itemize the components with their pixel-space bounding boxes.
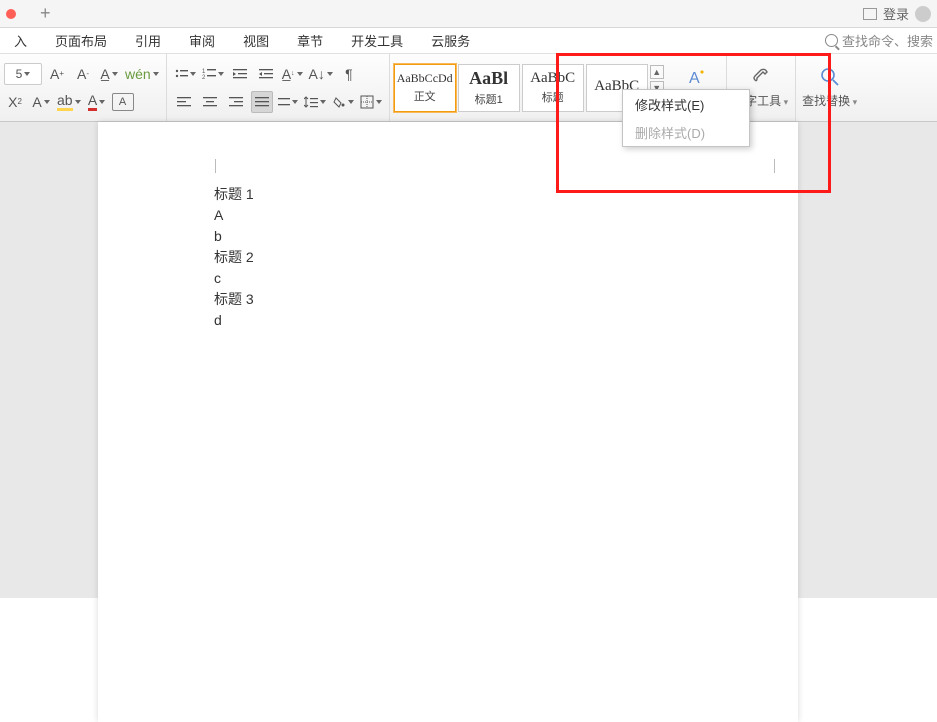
document-body[interactable]: 标题 1 A b 标题 2 c 标题 3 d [214, 184, 254, 331]
text-direction-button[interactable]: A̲↓ [281, 63, 304, 85]
increase-indent-button[interactable] [229, 63, 251, 85]
svg-text:2: 2 [202, 75, 206, 81]
show-marks-button[interactable]: ¶ [338, 63, 360, 85]
menu-devtools[interactable]: 开发工具 [337, 31, 417, 50]
style-normal[interactable]: AaBbCcDd 正文 [394, 64, 456, 112]
login-link[interactable]: 登录 [883, 4, 909, 23]
paragraph-group: 12 A̲↓ A↓ ¶ [167, 54, 390, 121]
search-icon [825, 34, 838, 47]
style-label: 正文 [414, 88, 436, 104]
char-border-button[interactable]: A [112, 93, 134, 111]
align-justify-button[interactable] [251, 91, 273, 113]
line-spacing-button[interactable] [303, 91, 327, 113]
sparkle-a-icon: A [687, 66, 709, 88]
margin-mark-icon [202, 159, 216, 173]
align-center-button[interactable] [199, 91, 221, 113]
style-label: 标题 [542, 89, 564, 105]
highlight-button[interactable]: ab [56, 91, 82, 113]
clear-format-button[interactable]: A [30, 91, 52, 113]
distribute-button[interactable] [277, 91, 299, 113]
menu-cloud[interactable]: 云服务 [417, 31, 484, 50]
style-heading1[interactable]: AaBl 标题1 [458, 64, 520, 112]
ribbon: 5 A+ A- A̲ wén X2 A ab A A 12 A̲↓ A↓ ¶ [0, 54, 937, 122]
borders-button[interactable] [359, 91, 383, 113]
delete-style-item: 删除样式(D) [623, 118, 749, 146]
margin-mark-icon [774, 159, 788, 173]
magnifier-icon [819, 66, 841, 88]
font-color-button[interactable]: A [86, 91, 108, 113]
align-left-button[interactable] [173, 91, 195, 113]
style-heading2[interactable]: AaBbC 标题 [522, 64, 584, 112]
doc-line[interactable]: b [214, 226, 254, 247]
doc-line[interactable]: 标题 3 [214, 289, 254, 310]
menu-references[interactable]: 引用 [121, 31, 175, 50]
menu-view[interactable]: 视图 [229, 31, 283, 50]
wrench-icon [749, 66, 773, 88]
document-page[interactable]: 标题 1 A b 标题 2 c 标题 3 d [98, 122, 798, 722]
search-placeholder: 查找命令、搜索 [842, 31, 933, 50]
sort-button[interactable]: A↓ [308, 63, 334, 85]
tab-close-dot[interactable] [6, 9, 16, 19]
phonetic-guide-button[interactable]: wén [124, 63, 160, 85]
doc-line[interactable]: 标题 1 [214, 184, 254, 205]
bullets-button[interactable] [173, 63, 197, 85]
style-sample: AaBbCcDd [397, 71, 453, 86]
numbering-button[interactable]: 12 [201, 63, 225, 85]
style-label: 标题1 [475, 91, 503, 107]
font-group: 5 A+ A- A̲ wén X2 A ab A A [4, 54, 167, 121]
subscript-button[interactable]: X2 [4, 91, 26, 113]
shrink-font-button[interactable]: A- [72, 63, 94, 85]
find-replace-button[interactable]: 查找替换 [802, 66, 858, 109]
menu-review[interactable]: 审阅 [175, 31, 229, 50]
shading-button[interactable] [331, 91, 355, 113]
menu-sections[interactable]: 章节 [283, 31, 337, 50]
style-sample: AaBl [469, 68, 508, 89]
window-mode-icon[interactable] [863, 8, 877, 20]
doc-line[interactable]: c [214, 268, 254, 289]
style-scroll-up[interactable]: ▲ [650, 65, 664, 79]
font-size-combo[interactable]: 5 [4, 63, 42, 85]
find-replace-label: 查找替换 [802, 92, 857, 109]
doc-line[interactable]: 标题 2 [214, 247, 254, 268]
align-right-button[interactable] [225, 91, 247, 113]
decrease-indent-button[interactable] [255, 63, 277, 85]
new-tab-button[interactable]: + [34, 3, 57, 24]
title-bar: + 登录 [0, 0, 937, 28]
find-group: 查找替换 [796, 54, 864, 121]
svg-text:A: A [689, 70, 700, 87]
workspace: 标题 1 A b 标题 2 c 标题 3 d [0, 122, 937, 598]
change-case-button[interactable]: A̲ [98, 63, 120, 85]
menu-bar: 入 页面布局 引用 审阅 视图 章节 开发工具 云服务 查找命令、搜索 [0, 28, 937, 54]
style-context-menu: 修改样式(E) 删除样式(D) [622, 89, 750, 147]
avatar-icon[interactable] [915, 6, 931, 22]
style-sample: AaBbC [530, 70, 575, 87]
modify-style-item[interactable]: 修改样式(E) [623, 90, 749, 118]
command-search[interactable]: 查找命令、搜索 [825, 31, 937, 50]
doc-line[interactable]: d [214, 310, 254, 331]
doc-line[interactable]: A [214, 205, 254, 226]
menu-pagelayout[interactable]: 页面布局 [41, 31, 121, 50]
menu-insert[interactable]: 入 [0, 31, 41, 50]
grow-font-button[interactable]: A+ [46, 63, 68, 85]
